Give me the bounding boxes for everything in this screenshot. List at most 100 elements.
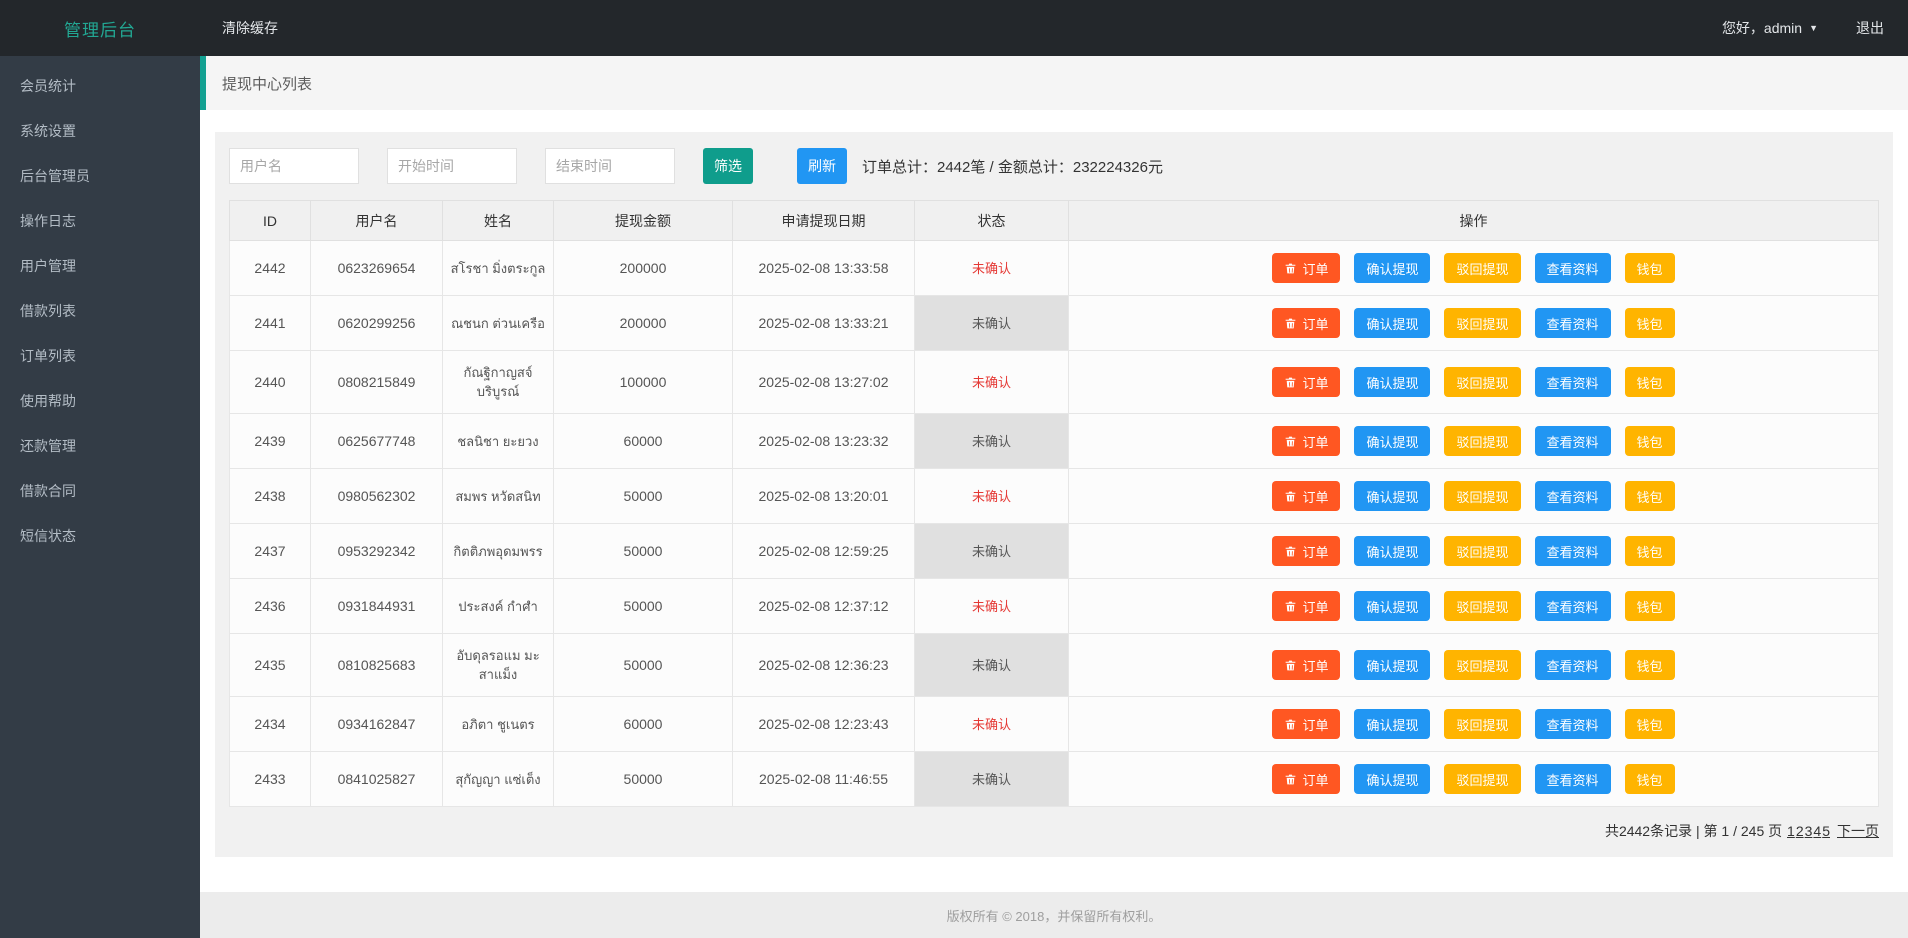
confirm-withdraw-button[interactable]: 确认提现 bbox=[1354, 426, 1431, 456]
cell-date: 2025-02-08 12:59:25 bbox=[732, 523, 915, 579]
wallet-button[interactable]: 钱包 bbox=[1624, 764, 1675, 794]
order-button[interactable]: 订单 bbox=[1272, 709, 1341, 739]
wallet-button[interactable]: 钱包 bbox=[1624, 709, 1675, 739]
confirm-withdraw-button[interactable]: 确认提现 bbox=[1354, 536, 1431, 566]
order-button[interactable]: 订单 bbox=[1272, 591, 1341, 621]
brand-title[interactable]: 管理后台 bbox=[0, 16, 200, 41]
view-profile-button[interactable]: 查看资料 bbox=[1534, 536, 1611, 566]
sidebar-item[interactable]: 用户管理 bbox=[0, 244, 200, 289]
wallet-button[interactable]: 钱包 bbox=[1624, 591, 1675, 621]
trash-icon bbox=[1286, 660, 1296, 670]
cell-id: 2437 bbox=[229, 523, 311, 579]
wallet-button[interactable]: 钱包 bbox=[1624, 481, 1675, 511]
order-button[interactable]: 订单 bbox=[1272, 764, 1341, 794]
order-button[interactable]: 订单 bbox=[1272, 426, 1341, 456]
view-profile-button[interactable]: 查看资料 bbox=[1534, 709, 1611, 739]
user-menu[interactable]: 您好，admin ▼ bbox=[1722, 18, 1818, 38]
reject-withdraw-button[interactable]: 驳回提现 bbox=[1444, 709, 1521, 739]
chevron-down-icon: ▼ bbox=[1809, 23, 1818, 33]
page-link[interactable]: 1 bbox=[1787, 823, 1795, 839]
view-profile-button[interactable]: 查看资料 bbox=[1534, 308, 1611, 338]
column-header: ID bbox=[229, 200, 311, 241]
wallet-button[interactable]: 钱包 bbox=[1624, 367, 1675, 397]
column-header: 姓名 bbox=[442, 200, 554, 241]
next-page-link[interactable]: 下一页 bbox=[1837, 823, 1879, 839]
column-header: 申请提现日期 bbox=[732, 200, 915, 241]
view-profile-button[interactable]: 查看资料 bbox=[1534, 253, 1611, 283]
wallet-button[interactable]: 钱包 bbox=[1624, 426, 1675, 456]
reject-withdraw-button[interactable]: 驳回提现 bbox=[1444, 253, 1521, 283]
refresh-button[interactable]: 刷新 bbox=[797, 148, 847, 184]
page-link[interactable]: 3 bbox=[1805, 823, 1813, 839]
order-button[interactable]: 订单 bbox=[1272, 650, 1341, 680]
view-profile-button[interactable]: 查看资料 bbox=[1534, 367, 1611, 397]
confirm-withdraw-button[interactable]: 确认提现 bbox=[1354, 709, 1431, 739]
sidebar-item[interactable]: 短信状态 bbox=[0, 514, 200, 559]
start-time-input[interactable] bbox=[387, 148, 517, 184]
order-button[interactable]: 订单 bbox=[1272, 308, 1341, 338]
sidebar-item[interactable]: 借款列表 bbox=[0, 289, 200, 334]
sidebar-item[interactable]: 系统设置 bbox=[0, 109, 200, 154]
status-badge: 未确认 bbox=[914, 523, 1069, 579]
cell-id: 2435 bbox=[229, 633, 311, 697]
sidebar-item[interactable]: 订单列表 bbox=[0, 334, 200, 379]
confirm-withdraw-button[interactable]: 确认提现 bbox=[1354, 764, 1431, 794]
sidebar-item[interactable]: 后台管理员 bbox=[0, 154, 200, 199]
order-button[interactable]: 订单 bbox=[1272, 367, 1341, 397]
confirm-withdraw-button[interactable]: 确认提现 bbox=[1354, 253, 1431, 283]
status-badge: 未确认 bbox=[914, 413, 1069, 469]
sidebar-item[interactable]: 操作日志 bbox=[0, 199, 200, 244]
view-profile-button[interactable]: 查看资料 bbox=[1534, 764, 1611, 794]
reject-withdraw-button[interactable]: 驳回提现 bbox=[1444, 591, 1521, 621]
view-profile-button[interactable]: 查看资料 bbox=[1534, 650, 1611, 680]
reject-withdraw-button[interactable]: 驳回提现 bbox=[1444, 650, 1521, 680]
cell-date: 2025-02-08 13:20:01 bbox=[732, 468, 915, 524]
sidebar-item[interactable]: 使用帮助 bbox=[0, 379, 200, 424]
page-link[interactable]: 2 bbox=[1796, 823, 1804, 839]
confirm-withdraw-button[interactable]: 确认提现 bbox=[1354, 481, 1431, 511]
reject-withdraw-button[interactable]: 驳回提现 bbox=[1444, 536, 1521, 566]
table-row: 2436 0931844931 ประสงค์ กำศำ 50000 2025-02-0… bbox=[229, 578, 1879, 634]
cell-username: 0980562302 bbox=[310, 468, 443, 524]
confirm-withdraw-button[interactable]: 确认提现 bbox=[1354, 367, 1431, 397]
sidebar-item[interactable]: 会员统计 bbox=[0, 64, 200, 109]
reject-withdraw-button[interactable]: 驳回提现 bbox=[1444, 367, 1521, 397]
page-link[interactable]: 5 bbox=[1822, 823, 1830, 839]
username-input[interactable] bbox=[229, 148, 359, 184]
order-button-label: 订单 bbox=[1302, 316, 1329, 332]
confirm-withdraw-button[interactable]: 确认提现 bbox=[1354, 308, 1431, 338]
logout-link[interactable]: 退出 bbox=[1856, 18, 1884, 38]
filter-button[interactable]: 筛选 bbox=[703, 148, 753, 184]
cell-amount: 60000 bbox=[553, 696, 733, 752]
reject-withdraw-button[interactable]: 驳回提现 bbox=[1444, 426, 1521, 456]
clear-cache-link[interactable]: 清除缓存 bbox=[222, 18, 278, 38]
status-badge: 未确认 bbox=[914, 633, 1069, 697]
view-profile-button[interactable]: 查看资料 bbox=[1534, 426, 1611, 456]
table-row: 2435 0810825683 อับดุลรอแม มะสาแม็ง 50000 20… bbox=[229, 633, 1879, 697]
wallet-button[interactable]: 钱包 bbox=[1624, 650, 1675, 680]
wallet-button[interactable]: 钱包 bbox=[1624, 536, 1675, 566]
reject-withdraw-button[interactable]: 驳回提现 bbox=[1444, 308, 1521, 338]
order-button[interactable]: 订单 bbox=[1272, 536, 1341, 566]
page-link[interactable]: 4 bbox=[1813, 823, 1821, 839]
view-profile-button[interactable]: 查看资料 bbox=[1534, 481, 1611, 511]
confirm-withdraw-button[interactable]: 确认提现 bbox=[1354, 650, 1431, 680]
order-button[interactable]: 订单 bbox=[1272, 253, 1341, 283]
pagination: 共2442条记录 | 第 1 / 245 页 12345 下一页 bbox=[229, 821, 1879, 841]
cell-actions: 订单 确认提现 驳回提现 查看资料 钱包 bbox=[1068, 413, 1879, 469]
cell-name: ประสงค์ กำศำ bbox=[442, 578, 554, 634]
wallet-button[interactable]: 钱包 bbox=[1624, 253, 1675, 283]
table-row: 2441 0620299256 ณชนก ต่วนเครือ 200000 2025-0… bbox=[229, 295, 1879, 351]
confirm-withdraw-button[interactable]: 确认提现 bbox=[1354, 591, 1431, 621]
sidebar-item[interactable]: 还款管理 bbox=[0, 424, 200, 469]
view-profile-button[interactable]: 查看资料 bbox=[1534, 591, 1611, 621]
reject-withdraw-button[interactable]: 驳回提现 bbox=[1444, 481, 1521, 511]
cell-username: 0808215849 bbox=[310, 350, 443, 414]
order-button-label: 订单 bbox=[1302, 658, 1329, 674]
reject-withdraw-button[interactable]: 驳回提现 bbox=[1444, 764, 1521, 794]
wallet-button[interactable]: 钱包 bbox=[1624, 308, 1675, 338]
order-button[interactable]: 订单 bbox=[1272, 481, 1341, 511]
status-badge: 未确认 bbox=[914, 696, 1069, 752]
sidebar-item[interactable]: 借款合同 bbox=[0, 469, 200, 514]
end-time-input[interactable] bbox=[545, 148, 675, 184]
